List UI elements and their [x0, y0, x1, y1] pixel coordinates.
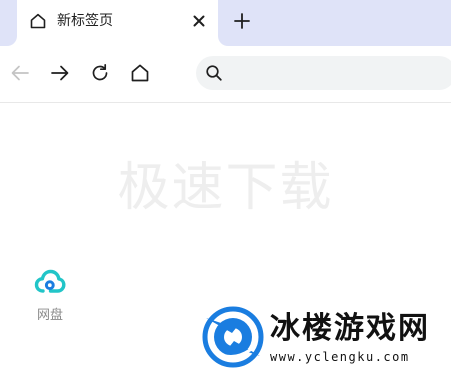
address-input[interactable]	[230, 56, 450, 90]
browser-window: 新标签页 极速下载 网盘 冰楼游戏网 www.yclengku.com	[0, 0, 451, 370]
address-bar[interactable]	[196, 56, 451, 90]
site-logo-url: www.yclengku.com	[270, 350, 410, 364]
tab-strip: 新标签页	[0, 0, 451, 46]
arrow-right-icon[interactable]	[49, 62, 71, 84]
close-icon[interactable]	[191, 13, 207, 29]
search-icon	[206, 65, 222, 81]
tab-title: 新标签页	[57, 13, 113, 29]
site-logo-name: 冰楼游戏网	[270, 311, 430, 346]
site-logo-icon	[202, 306, 264, 368]
arrow-left-icon[interactable]	[9, 62, 31, 84]
home-icon	[30, 13, 46, 29]
shortcut-netdisk[interactable]: 网盘	[27, 265, 73, 329]
site-watermark-logo: 冰楼游戏网 www.yclengku.com	[200, 304, 451, 370]
shortcut-label: 网盘	[36, 308, 63, 323]
new-tab-plus-icon[interactable]	[232, 11, 252, 31]
cloud-icon	[34, 269, 66, 293]
reload-icon[interactable]	[89, 62, 111, 84]
page-watermark-title: 极速下载	[117, 158, 334, 218]
tab-new-tab[interactable]: 新标签页	[17, 0, 218, 46]
toolbar	[0, 46, 451, 103]
home-icon[interactable]	[129, 62, 151, 84]
